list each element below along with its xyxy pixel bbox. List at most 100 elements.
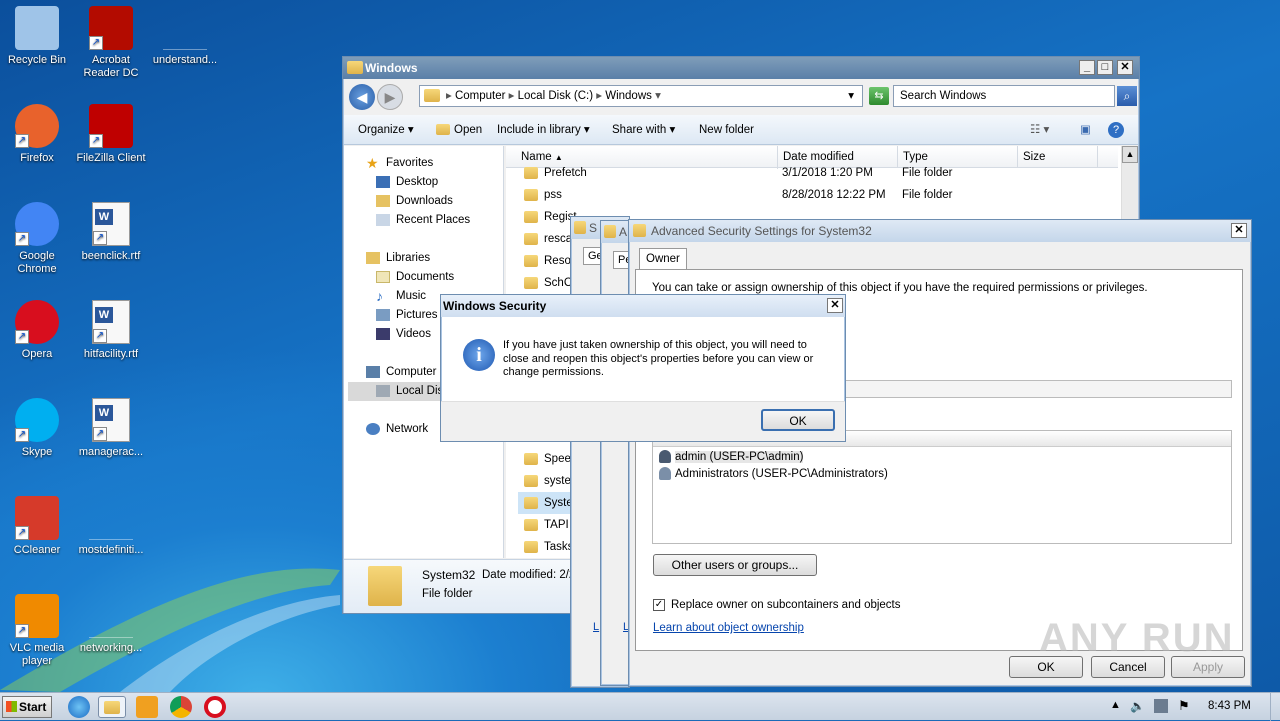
list-item[interactable]: Prefetch xyxy=(518,162,587,184)
tab-owner[interactable]: Owner xyxy=(639,248,687,270)
desktop-icon-item[interactable]: ↗ Google Chrome xyxy=(0,202,74,276)
include-library-button[interactable]: Include in library ▾ xyxy=(497,115,590,145)
nav-downloads[interactable]: Downloads xyxy=(376,192,528,211)
start-button[interactable]: Start xyxy=(2,696,52,718)
list-item[interactable]: Tasks xyxy=(518,536,573,558)
open-button[interactable]: Open xyxy=(436,115,482,145)
replace-owner-checkbox[interactable]: ✓ Replace owner on subcontainers and obje… xyxy=(653,598,901,612)
desktop-icon-item[interactable]: ↗ Opera xyxy=(0,300,74,361)
view-options-icon[interactable]: ☷ ▾ xyxy=(1030,115,1049,145)
folder-icon xyxy=(524,496,538,509)
shortcut-arrow-icon: ↗ xyxy=(93,427,107,441)
share-with-button[interactable]: Share with ▾ xyxy=(612,115,675,145)
list-item[interactable]: TAPI xyxy=(518,514,569,536)
network-tray-icon[interactable] xyxy=(1154,699,1168,713)
vlc-icon: ↗ xyxy=(15,594,59,638)
windows-security-dialog: Windows Security ✕ i If you have just ta… xyxy=(440,294,846,442)
desktop-icon-item[interactable]: ↗ Skype xyxy=(0,398,74,459)
breadcrumb-local-disk[interactable]: Local Disk (C:) xyxy=(518,90,593,102)
list-item[interactable]: Regist xyxy=(518,206,577,228)
chrome-taskbar-icon[interactable] xyxy=(170,696,192,718)
new-folder-button[interactable]: New folder xyxy=(699,115,754,145)
word-doc-icon: W ↗ xyxy=(92,202,130,246)
close-icon[interactable]: ✕ xyxy=(1117,60,1133,75)
help-icon[interactable]: ? xyxy=(1108,122,1124,138)
checkbox-checked-icon[interactable]: ✓ xyxy=(653,598,665,611)
desktop-icon-item[interactable]: ↗ Acrobat Reader DC xyxy=(74,6,148,80)
action-center-flag-icon[interactable]: ⚑ xyxy=(1178,698,1190,714)
details-type: File folder xyxy=(422,588,473,600)
desktop-icon-item[interactable]: ↗ FileZilla Client xyxy=(74,104,148,165)
folder-icon xyxy=(524,276,538,289)
skype-icon: ↗ xyxy=(15,398,59,442)
desktop-icon-item[interactable]: ↗ CCleaner xyxy=(0,496,74,557)
clock[interactable]: 8:43 PM xyxy=(1208,700,1251,712)
explorer-taskbar-icon[interactable] xyxy=(98,696,126,718)
folder-icon xyxy=(524,518,538,531)
nav-libraries[interactable]: Libraries xyxy=(366,249,518,268)
address-bar[interactable]: ▸ Computer ▸ Local Disk (C:) ▸ Windows ▾… xyxy=(419,85,863,107)
forward-icon[interactable]: ▶ xyxy=(377,84,403,110)
explorer-titlebar[interactable]: Windows _ □ ✕ xyxy=(343,57,1139,79)
media-player-icon[interactable] xyxy=(136,696,158,718)
desktop-icon-item[interactable]: networking... xyxy=(74,594,148,655)
folder-icon xyxy=(347,61,363,74)
learn-ownership-link[interactable]: Learn about object ownership xyxy=(653,622,804,634)
desktop-icon-item[interactable]: ↗ VLC media player xyxy=(0,594,74,668)
nav-documents[interactable]: Documents xyxy=(376,268,528,287)
list-item[interactable]: pss xyxy=(518,184,562,206)
list-item[interactable]: Speec xyxy=(518,448,577,470)
address-dropdown-icon[interactable]: ▾ xyxy=(848,86,854,106)
frag-link[interactable]: L xyxy=(593,621,599,633)
owner-list[interactable]: admin (USER-PC\admin) Administrators (US… xyxy=(652,430,1232,544)
blank-file-icon xyxy=(89,496,133,540)
back-icon[interactable]: ◀ xyxy=(349,84,375,110)
column-size[interactable]: Size xyxy=(1018,146,1098,168)
breadcrumb-computer[interactable]: Computer xyxy=(455,90,506,102)
owner-item-admin[interactable]: admin (USER-PC\admin) xyxy=(659,449,804,465)
security-ok-button[interactable]: OK xyxy=(761,409,835,431)
other-users-button[interactable]: Other users or groups... xyxy=(653,554,817,576)
owner-item-administrators[interactable]: Administrators (USER-PC\Administrators) xyxy=(659,466,888,482)
tray-up-arrow-icon[interactable]: ▲ xyxy=(1110,699,1121,711)
refresh-icon[interactable]: ⇆ xyxy=(869,87,889,105)
search-input[interactable]: Search Windows xyxy=(893,85,1115,107)
address-row: ◀ ▶ ▸ Computer ▸ Local Disk (C:) ▸ Windo… xyxy=(347,83,1137,111)
show-desktop-button[interactable] xyxy=(1270,693,1280,721)
breadcrumb-windows[interactable]: Windows xyxy=(605,90,652,102)
nav-recent-places[interactable]: Recent Places xyxy=(376,211,528,230)
info-icon: i xyxy=(463,339,495,371)
opera-taskbar-icon[interactable] xyxy=(204,696,226,718)
shortcut-arrow-icon: ↗ xyxy=(15,134,29,148)
nav-favorites[interactable]: ★ Favorites xyxy=(366,154,518,173)
list-item[interactable]: rescac xyxy=(518,228,578,250)
desktop-icon-item[interactable]: mostdefiniti... xyxy=(74,496,148,557)
maximize-icon[interactable]: □ xyxy=(1097,60,1113,75)
pictures-icon xyxy=(376,308,390,321)
ie-icon[interactable] xyxy=(68,696,90,718)
desktop-icon-label: hitfacility.rtf xyxy=(83,348,139,360)
volume-icon[interactable]: 🔈 xyxy=(1130,699,1145,713)
desktop-icon-item[interactable]: W ↗ beenclick.rtf xyxy=(74,202,148,263)
desktop-icon-item[interactable]: understand... xyxy=(148,6,222,67)
list-item-selected[interactable]: Syste xyxy=(518,492,578,514)
firefox-icon: ↗ xyxy=(15,104,59,148)
security-titlebar[interactable]: Windows Security ✕ xyxy=(441,295,845,317)
advanced-security-titlebar[interactable]: Advanced Security Settings for System32 … xyxy=(629,220,1251,242)
desktop-icon-label: Firefox xyxy=(20,152,54,164)
desktop-icon-item[interactable]: Recycle Bin xyxy=(0,6,74,67)
scroll-up-icon[interactable]: ▲ xyxy=(1122,146,1138,163)
list-item[interactable]: syster xyxy=(518,470,575,492)
organize-button[interactable]: Organize ▾ xyxy=(358,115,414,145)
search-icon[interactable]: ⌕ xyxy=(1117,86,1137,106)
desktop-icon-item[interactable]: W ↗ managerac... xyxy=(74,398,148,459)
minimize-icon[interactable]: _ xyxy=(1079,60,1095,75)
desktop-icon-item[interactable]: W ↗ hitfacility.rtf xyxy=(74,300,148,361)
details-name: System32 xyxy=(422,568,476,582)
nav-desktop[interactable]: Desktop xyxy=(376,173,528,192)
close-icon[interactable]: ✕ xyxy=(827,298,843,313)
desktop-icon-item[interactable]: ↗ Firefox xyxy=(0,104,74,165)
list-item[interactable]: Resou xyxy=(518,250,577,272)
preview-pane-icon[interactable]: ▣ xyxy=(1080,115,1091,145)
close-icon[interactable]: ✕ xyxy=(1231,223,1247,238)
